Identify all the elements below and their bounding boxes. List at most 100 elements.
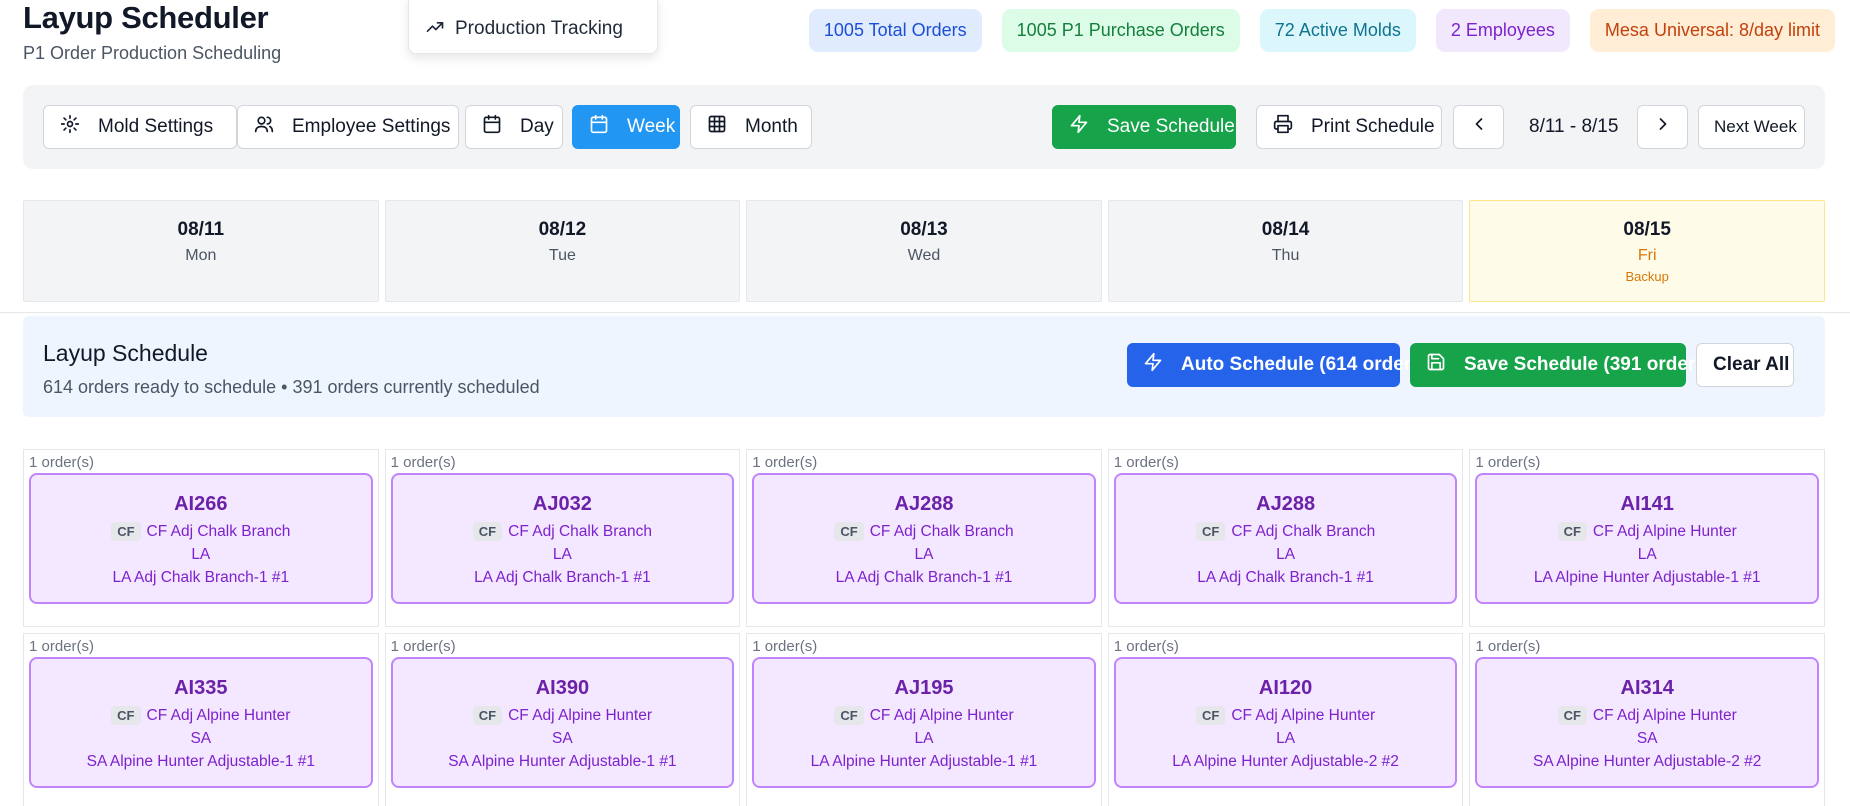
order-id: AI141: [1620, 493, 1674, 515]
day-date: 08/15: [1623, 219, 1671, 240]
clear-all-button[interactable]: Clear All: [1696, 343, 1794, 387]
section-divider: [0, 312, 1850, 313]
p1-purchase-orders-badge: 1005 P1 Purchase Orders: [1001, 9, 1240, 52]
hand-label: LA: [1276, 546, 1296, 563]
order-count: 1 order(s): [1475, 638, 1541, 655]
save-layup-schedule-label: Save Schedule (391 orders): [1464, 354, 1713, 375]
layup-schedule-description: 614 orders ready to schedule • 391 order…: [43, 377, 540, 397]
schedule-cell[interactable]: 1 order(s) AJ288 CF CF Adj Chalk Branch L…: [1107, 449, 1464, 627]
cf-tag: CF: [834, 706, 864, 725]
day-header-thu[interactable]: 08/14 Thu: [1107, 200, 1464, 302]
hand-label: SA: [190, 730, 212, 747]
mold-settings-button[interactable]: Mold Settings: [43, 105, 237, 149]
auto-schedule-label: Auto Schedule (614 orders): [1181, 354, 1429, 375]
mold-name: LA Alpine Hunter Adjustable-1 #1: [810, 753, 1038, 770]
previous-week-button[interactable]: [1453, 105, 1504, 149]
day-weekday: Thu: [1271, 247, 1300, 264]
mesa-limit-badge: Mesa Universal: 8/day limit: [1589, 9, 1835, 52]
order-card[interactable]: AI335 CF CF Adj Alpine Hunter SA SA Alpin…: [29, 657, 373, 788]
toolbar: Mold Settings Employee Settings Day Week…: [23, 85, 1825, 169]
print-schedule-button[interactable]: Print Schedule: [1256, 105, 1442, 149]
schedule-cell[interactable]: 1 order(s) AI266 CF CF Adj Chalk Branch L…: [23, 449, 379, 627]
chevron-left-icon: [1469, 114, 1489, 140]
order-card[interactable]: AJ288 CF CF Adj Chalk Branch LA LA Adj Ch…: [752, 473, 1096, 604]
order-card[interactable]: AI120 CF CF Adj Alpine Hunter LA LA Alpin…: [1113, 657, 1458, 788]
product-name: CF Adj Chalk Branch: [508, 522, 652, 540]
employee-settings-button[interactable]: Employee Settings: [237, 105, 459, 149]
calendar-icon: [589, 114, 627, 140]
day-header-mon[interactable]: 08/11 Mon: [23, 200, 379, 302]
view-week-button[interactable]: Week: [572, 105, 680, 149]
schedule-cell[interactable]: 1 order(s) AJ032 CF CF Adj Chalk Branch L…: [384, 449, 741, 627]
order-id: AI266: [174, 493, 228, 515]
order-count: 1 order(s): [752, 638, 818, 655]
view-week-label: Week: [627, 116, 676, 137]
next-week-button[interactable]: Next Week: [1698, 105, 1805, 149]
week-day-headers: 08/11 Mon 08/12 Tue 08/13 Wed 08/14 Thu …: [23, 200, 1825, 302]
view-day-button[interactable]: Day: [465, 105, 563, 149]
mold-name: SA Alpine Hunter Adjustable-2 #2: [1533, 753, 1762, 770]
day-date: 08/13: [900, 219, 948, 240]
order-count: 1 order(s): [29, 454, 95, 471]
order-count: 1 order(s): [1113, 454, 1179, 471]
mold-name: SA Alpine Hunter Adjustable-1 #1: [86, 753, 315, 770]
zap-icon: [1069, 114, 1107, 140]
hand-label: LA: [1276, 730, 1296, 747]
schedule-cell[interactable]: 1 order(s) AJ195 CF CF Adj Alpine Hunter …: [746, 633, 1102, 806]
product-name: CF Adj Alpine Hunter: [1231, 706, 1376, 724]
calendar-icon: [482, 114, 520, 140]
total-orders-badge: 1005 Total Orders: [808, 9, 982, 52]
page-title: Layup Scheduler: [23, 0, 269, 35]
hand-label: LA: [191, 546, 211, 563]
product-name: CF Adj Chalk Branch: [1231, 522, 1376, 540]
save-layup-schedule-button[interactable]: Save Schedule (391 orders): [1410, 343, 1712, 387]
day-weekday: Tue: [548, 247, 576, 264]
mold-name: LA Adj Chalk Branch-1 #1: [474, 569, 651, 586]
product-name: CF Adj Chalk Branch: [146, 522, 291, 540]
schedule-cell[interactable]: 1 order(s) AI141 CF CF Adj Alpine Hunter …: [1469, 449, 1825, 627]
auto-schedule-button[interactable]: Auto Schedule (614 orders): [1127, 343, 1428, 387]
next-week-arrow-button[interactable]: [1637, 105, 1688, 149]
print-schedule-label: Print Schedule: [1311, 116, 1435, 137]
order-id: AI120: [1258, 677, 1313, 699]
order-card[interactable]: AJ195 CF CF Adj Alpine Hunter LA LA Alpin…: [752, 657, 1096, 788]
mold-name: LA Adj Chalk Branch-1 #1: [112, 569, 290, 586]
zap-icon: [1143, 352, 1181, 378]
order-card[interactable]: AJ288 CF CF Adj Chalk Branch LA LA Adj Ch…: [1113, 473, 1458, 604]
cf-tag: CF: [1195, 522, 1226, 541]
users-icon: [254, 114, 292, 140]
schedule-cell[interactable]: 1 order(s) AJ288 CF CF Adj Chalk Branch L…: [746, 449, 1102, 627]
schedule-cell[interactable]: 1 order(s) AI120 CF CF Adj Alpine Hunter …: [1107, 633, 1464, 806]
product-name: CF Adj Alpine Hunter: [508, 706, 652, 724]
order-card[interactable]: AI314 CF CF Adj Alpine Hunter SA SA Alpin…: [1475, 657, 1819, 788]
stats-badges: 1005 Total Orders 1005 P1 Purchase Order…: [808, 9, 1835, 52]
mold-settings-label: Mold Settings: [98, 116, 214, 137]
view-month-label: Month: [745, 116, 798, 137]
day-header-tue[interactable]: 08/12 Tue: [384, 200, 741, 302]
day-header-fri[interactable]: 08/15 Fri Backup: [1469, 200, 1825, 302]
order-count: 1 order(s): [1113, 638, 1179, 655]
save-schedule-button[interactable]: Save Schedule: [1052, 105, 1236, 149]
view-month-button[interactable]: Month: [690, 105, 812, 149]
order-card[interactable]: AI390 CF CF Adj Alpine Hunter SA SA Alpin…: [390, 657, 735, 788]
day-header-wed[interactable]: 08/13 Wed: [746, 200, 1102, 302]
order-card[interactable]: AI141 CF CF Adj Alpine Hunter LA LA Alpin…: [1475, 473, 1819, 604]
employees-badge: 2 Employees: [1435, 9, 1570, 52]
save-schedule-label: Save Schedule: [1107, 116, 1235, 137]
order-card[interactable]: AI266 CF CF Adj Chalk Branch LA LA Adj Ch…: [29, 473, 373, 604]
menu-item-production-tracking[interactable]: Production Tracking: [455, 18, 623, 40]
order-count: 1 order(s): [1475, 454, 1541, 471]
order-count: 1 order(s): [752, 454, 818, 471]
grid-icon: [707, 114, 745, 140]
order-id: AJ195: [894, 677, 954, 699]
order-id: AJ032: [532, 493, 592, 515]
schedule-cell[interactable]: 1 order(s) AI335 CF CF Adj Alpine Hunter …: [23, 633, 379, 806]
date-range-label: 8/11 - 8/15: [1529, 116, 1619, 137]
cf-tag: CF: [472, 706, 503, 725]
order-card[interactable]: AJ032 CF CF Adj Chalk Branch LA LA Adj Ch…: [390, 473, 735, 604]
hand-label: LA: [552, 546, 572, 563]
day-weekday: Fri: [1637, 247, 1657, 264]
schedule-cell[interactable]: 1 order(s) AI390 CF CF Adj Alpine Hunter …: [384, 633, 741, 806]
cf-tag: CF: [111, 706, 141, 725]
schedule-cell[interactable]: 1 order(s) AI314 CF CF Adj Alpine Hunter …: [1469, 633, 1825, 806]
